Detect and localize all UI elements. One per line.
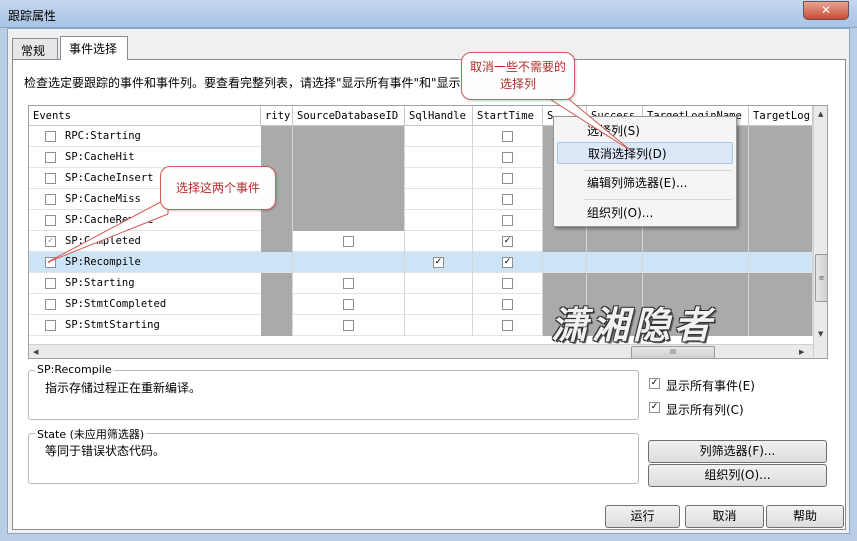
callout-pointers (47, 95, 631, 263)
callout-deselect-columns: 取消一些不需要的选择列 (461, 52, 575, 100)
callout-pointer-top (543, 95, 631, 151)
callout-pointer-left (47, 197, 169, 263)
callout-select-events: 选择这两个事件 (160, 166, 276, 210)
